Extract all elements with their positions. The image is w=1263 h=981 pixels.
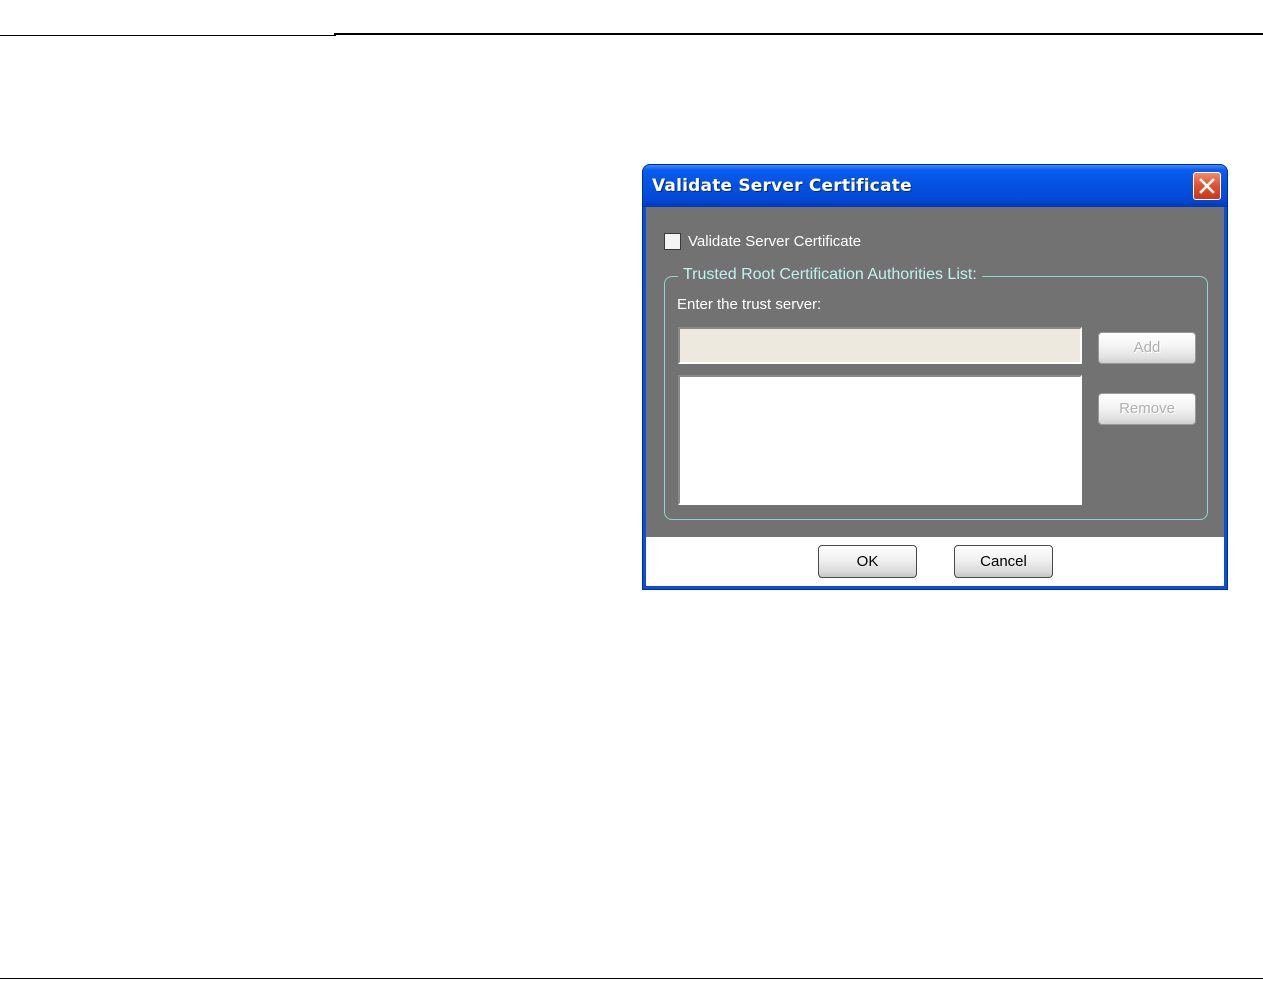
- trust-server-list[interactable]: [678, 375, 1082, 505]
- footer-rule: [0, 978, 1263, 979]
- validate-server-certificate-label[interactable]: Validate Server Certificate: [688, 233, 861, 250]
- dialog-title: Validate Server Certificate: [652, 176, 912, 196]
- header-rule-right: [334, 33, 1263, 35]
- remove-button[interactable]: Remove: [1098, 393, 1196, 425]
- dialog-footer: OK Cancel: [646, 537, 1224, 586]
- trusted-root-ca-groupbox: Trusted Root Certification Authorities L…: [664, 266, 1208, 520]
- add-button[interactable]: Add: [1098, 332, 1196, 364]
- cancel-button[interactable]: Cancel: [954, 545, 1053, 578]
- dialog-titlebar[interactable]: Validate Server Certificate: [643, 165, 1227, 207]
- validate-server-certificate-checkbox[interactable]: [664, 233, 681, 250]
- dialog-body: Validate Server Certificate Trusted Root…: [646, 207, 1224, 537]
- trust-server-input[interactable]: [678, 327, 1082, 364]
- header-rule-left: [0, 35, 336, 36]
- document-page: Validate Server Certificate Validate Ser…: [0, 0, 1263, 981]
- ok-button[interactable]: OK: [818, 545, 917, 578]
- trust-server-label: Enter the trust server:: [677, 296, 822, 313]
- close-button[interactable]: [1193, 172, 1221, 200]
- groupbox-legend: Trusted Root Certification Authorities L…: [678, 266, 982, 284]
- validate-server-certificate-dialog: Validate Server Certificate Validate Ser…: [642, 164, 1228, 590]
